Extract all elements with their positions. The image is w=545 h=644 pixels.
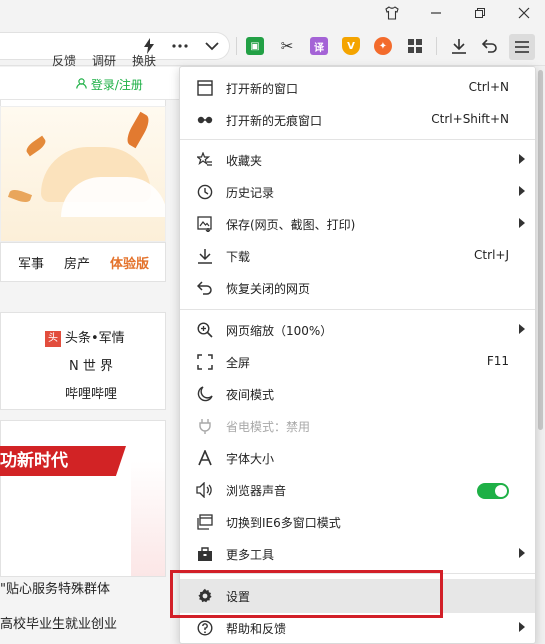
menu-item-power-saver: 省电模式：禁用	[180, 411, 535, 441]
close-icon[interactable]	[506, 0, 542, 26]
restore-icon[interactable]	[462, 0, 498, 26]
scrollbar-thumb[interactable]	[538, 70, 543, 430]
font-icon	[196, 449, 214, 467]
chevron-down-icon[interactable]	[200, 34, 224, 58]
undo-icon[interactable]	[478, 34, 502, 58]
decor-shape	[131, 461, 165, 576]
moon-icon	[196, 385, 214, 403]
site-list: 头头条•军情 N 世 界 哔哩哔哩	[0, 312, 166, 410]
toolbar-divider	[436, 37, 437, 55]
menu-item-help[interactable]: 帮助和反馈	[180, 613, 535, 643]
save-image-icon	[196, 215, 214, 233]
news-line[interactable]: 高校毕业生就业创业	[0, 613, 117, 632]
submenu-arrow-icon	[519, 548, 525, 558]
menu-item-night-mode[interactable]: 夜间模式	[180, 379, 535, 409]
menu-item-favorites[interactable]: 收藏夹	[180, 145, 535, 175]
category-nav: 军事 房产 体验版	[0, 242, 166, 282]
news-line[interactable]: "贴心服务特殊群体	[0, 578, 110, 597]
menu-item-browser-sound[interactable]: 浏览器声音	[180, 475, 535, 505]
shield-extension-icon[interactable]: V	[342, 37, 360, 55]
minimize-icon[interactable]	[418, 0, 454, 26]
download-icon[interactable]	[447, 34, 471, 58]
survey-link[interactable]: 调研	[92, 52, 116, 69]
list-item[interactable]: 头头条•军情	[45, 327, 125, 347]
leaf-shape	[24, 135, 48, 157]
submenu-arrow-icon	[519, 154, 525, 164]
menu-item-new-incognito[interactable]: 打开新的无痕窗口 Ctrl+Shift+N	[180, 105, 535, 135]
leaf-shape	[123, 111, 153, 149]
help-icon	[196, 619, 214, 637]
menu-item-zoom[interactable]: 网页缩放（100%）	[180, 315, 535, 345]
gear-icon	[196, 587, 214, 605]
gamepad-extension-icon[interactable]: ✦	[374, 37, 392, 55]
submenu-arrow-icon	[519, 186, 525, 196]
apps-grid-icon[interactable]	[406, 37, 424, 55]
window-icon	[196, 79, 214, 97]
menu-icon[interactable]	[509, 34, 535, 60]
title-bar	[0, 0, 545, 26]
incognito-icon	[196, 111, 214, 129]
star-list-icon	[196, 151, 214, 169]
menu-item-fullscreen[interactable]: 全屏 F11	[180, 347, 535, 377]
menu-item-download[interactable]: 下载 Ctrl+J	[180, 241, 535, 271]
zoom-icon	[196, 321, 214, 339]
clock-icon	[196, 183, 214, 201]
undo-icon	[196, 279, 214, 297]
news-headline[interactable]: 功新时代	[0, 446, 126, 476]
login-link[interactable]: 登录/注册	[76, 76, 143, 93]
submenu-arrow-icon	[519, 218, 525, 228]
banner-image	[0, 106, 166, 242]
list-item[interactable]: 哔哩哔哩	[65, 383, 117, 402]
sound-toggle[interactable]	[477, 483, 509, 499]
fullscreen-icon	[196, 353, 214, 371]
download-icon	[196, 247, 214, 265]
shirt-icon[interactable]	[374, 0, 410, 26]
nav-beta[interactable]: 体验版	[110, 253, 149, 272]
menu-separator	[180, 139, 535, 140]
nav-military[interactable]: 军事	[18, 253, 44, 272]
toutiao-badge: 头	[45, 330, 61, 347]
ie-window-icon	[196, 513, 214, 531]
translate-extension-icon[interactable]: 译	[310, 37, 328, 55]
speaker-icon	[196, 481, 214, 499]
scissors-icon[interactable]: ✂	[278, 37, 296, 55]
menu-item-save[interactable]: 保存(网页、截图、打印)	[180, 209, 535, 239]
nav-realestate[interactable]: 房产	[64, 253, 90, 272]
list-item[interactable]: N 世 界	[69, 355, 113, 374]
main-menu: 打开新的窗口 Ctrl+N 打开新的无痕窗口 Ctrl+Shift+N 收藏夹 …	[179, 66, 536, 644]
menu-item-settings[interactable]: 设置	[180, 579, 535, 613]
menu-separator	[180, 309, 535, 310]
menu-item-new-window[interactable]: 打开新的窗口 Ctrl+N	[180, 73, 535, 103]
user-icon	[76, 78, 91, 92]
menu-item-history[interactable]: 历史记录	[180, 177, 535, 207]
menu-separator	[180, 573, 535, 574]
feedback-link[interactable]: 反馈	[52, 52, 76, 69]
book-extension-icon[interactable]: ▣	[246, 37, 264, 55]
menu-item-font-size[interactable]: 字体大小	[180, 443, 535, 473]
menu-item-ie6-mode[interactable]: 切换到IE6多窗口模式	[180, 507, 535, 537]
news-card	[0, 420, 166, 577]
menu-item-restore-closed[interactable]: 恢复关闭的网页	[180, 273, 535, 303]
more-icon[interactable]	[168, 34, 192, 58]
menu-item-more-tools[interactable]: 更多工具	[180, 539, 535, 569]
top-links: 反馈 调研 换肤	[52, 52, 156, 69]
toolbar-divider	[236, 37, 237, 55]
skin-link[interactable]: 换肤	[132, 52, 156, 69]
leaf-shape	[7, 187, 33, 205]
submenu-arrow-icon	[519, 324, 525, 334]
toolbox-icon	[196, 545, 214, 563]
submenu-arrow-icon	[519, 622, 525, 632]
plug-icon	[196, 417, 214, 435]
